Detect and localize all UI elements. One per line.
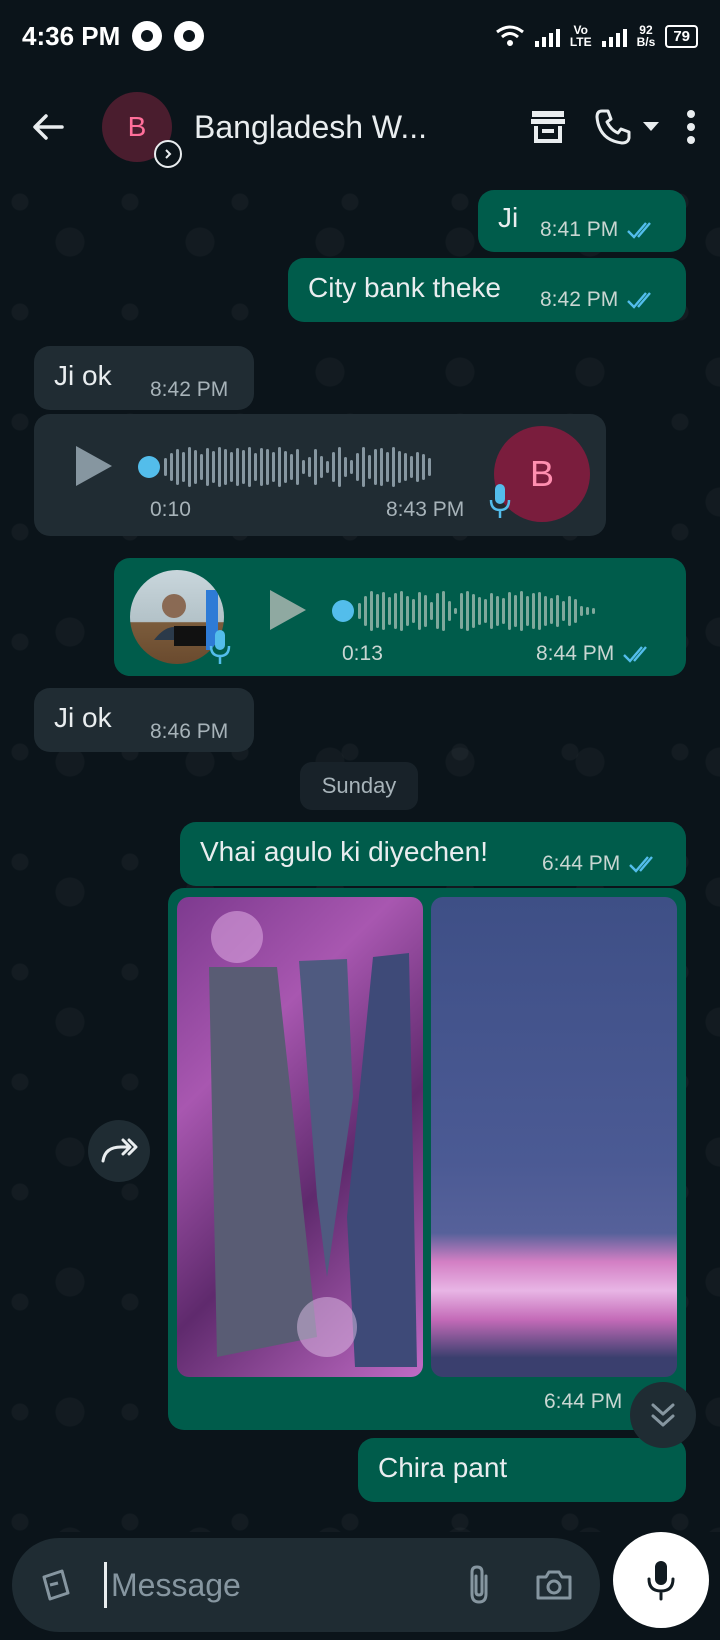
- message-bubble-outgoing[interactable]: Vhai agulo ki diyechen! 6:44 PM: [180, 822, 686, 886]
- network-speed-unit: B/s: [636, 35, 656, 49]
- message-meta: 6:44 PM: [542, 852, 660, 876]
- message-time: 8:41 PM: [540, 218, 619, 241]
- voice-message-outgoing[interactable]: 0:13 8:44 PM: [114, 558, 686, 676]
- back-arrow-icon: [33, 114, 64, 140]
- mic-icon: [209, 630, 231, 664]
- message-meta: 8:42 PM: [150, 378, 228, 402]
- messenger-notification-icon: [132, 21, 163, 51]
- text-cursor: [104, 1562, 107, 1608]
- contact-name[interactable]: Bangladesh W...: [194, 109, 442, 146]
- signal-icon: [534, 25, 560, 47]
- dropdown-icon[interactable]: [642, 121, 660, 133]
- message-input-container[interactable]: [12, 1538, 600, 1632]
- signal-icon-2: [601, 25, 627, 47]
- message-meta: 8:41 PM: [540, 218, 658, 242]
- voice-duration: 0:10: [150, 498, 191, 521]
- message-text: Chira pant: [378, 1452, 508, 1483]
- message-bubble-incoming[interactable]: Ji ok 8:42 PM: [34, 346, 254, 410]
- message-time: 8:42 PM: [540, 288, 619, 311]
- status-bar: 4:36 PM Vo LTE 92 B/s 79: [0, 0, 720, 72]
- message-text: Ji: [498, 202, 519, 233]
- read-ticks-icon: [623, 646, 648, 663]
- read-ticks-icon: [627, 222, 652, 239]
- status-time: 4:36 PM: [22, 20, 121, 51]
- message-input[interactable]: [111, 1566, 411, 1604]
- forward-icon: [101, 1138, 138, 1163]
- more-vert-icon[interactable]: [686, 110, 696, 144]
- battery-icon: 79: [665, 24, 698, 48]
- attach-icon[interactable]: [466, 1564, 492, 1606]
- voice-progress-dot[interactable]: [138, 456, 160, 478]
- back-button[interactable]: [16, 95, 80, 159]
- scroll-down-button[interactable]: [630, 1382, 696, 1448]
- mic-icon: [647, 1561, 675, 1601]
- network-type-bottom: LTE: [569, 35, 592, 49]
- sticker-button[interactable]: [22, 1551, 90, 1619]
- scroll-down-icon: [651, 1403, 675, 1427]
- forward-button[interactable]: [88, 1120, 150, 1182]
- messenger-notification-icon-2: [174, 21, 205, 51]
- phone-icon[interactable]: [594, 108, 632, 146]
- message-meta: 8:46 PM: [150, 720, 228, 744]
- message-text: Ji ok: [54, 702, 112, 733]
- record-voice-button[interactable]: [613, 1532, 709, 1628]
- message-time: 8:43 PM: [386, 498, 465, 521]
- image-album-message[interactable]: 6:44 PM: [168, 888, 686, 1430]
- message-bubble-outgoing[interactable]: Chira pant: [358, 1438, 686, 1502]
- message-bubble-incoming[interactable]: Ji ok 8:46 PM: [34, 688, 254, 752]
- date-divider: Sunday: [300, 762, 418, 810]
- network-type: Vo LTE: [570, 24, 592, 48]
- wifi-icon: [495, 25, 524, 46]
- read-ticks-icon: [629, 856, 654, 873]
- business-badge-icon: [154, 140, 182, 168]
- network-speed: 92 B/s: [637, 24, 656, 48]
- sender-avatar-letter: B: [529, 453, 554, 494]
- play-icon[interactable]: [270, 590, 306, 630]
- photo-tile-fabric[interactable]: [431, 897, 677, 1377]
- voice-progress-dot[interactable]: [332, 600, 354, 622]
- message-time: 6:44 PM: [542, 852, 621, 875]
- message-text: Vhai agulo ki diyechen!: [200, 836, 488, 867]
- sticker-icon: [42, 1569, 70, 1601]
- composer: [0, 1532, 720, 1640]
- voice-duration: 0:13: [342, 642, 383, 665]
- message-text: Ji ok: [54, 360, 112, 391]
- message-time: 8:42 PM: [150, 378, 229, 401]
- message-bubble-outgoing[interactable]: Ji 8:41 PM: [478, 190, 686, 252]
- photo-tile-pants[interactable]: [177, 897, 423, 1377]
- chat-header: B Bangladesh W...: [0, 72, 720, 182]
- message-text: City bank theke: [308, 272, 501, 303]
- message-time: 6:44 PM: [544, 1390, 623, 1413]
- camera-icon[interactable]: [534, 1568, 574, 1602]
- message-meta: 8:42 PM: [540, 288, 658, 312]
- avatar-letter: B: [127, 111, 147, 142]
- message-time: 8:44 PM: [536, 642, 615, 665]
- play-icon[interactable]: [76, 446, 112, 486]
- message-meta: 8:44 PM: [536, 642, 654, 666]
- message-time: 8:46 PM: [150, 720, 229, 743]
- chat-area[interactable]: Ji 8:41 PM City bank theke 8:42 PM Ji ok…: [0, 182, 720, 1532]
- message-bubble-outgoing[interactable]: City bank theke 8:42 PM: [288, 258, 686, 322]
- voice-waveform[interactable]: [358, 588, 595, 634]
- shop-icon[interactable]: [528, 109, 568, 145]
- voice-message-incoming[interactable]: 0:10 8:43 PM B: [34, 414, 606, 536]
- read-ticks-icon: [627, 292, 652, 309]
- voice-waveform[interactable]: [164, 444, 431, 490]
- contact-avatar[interactable]: B: [102, 92, 182, 168]
- mic-icon: [489, 484, 511, 518]
